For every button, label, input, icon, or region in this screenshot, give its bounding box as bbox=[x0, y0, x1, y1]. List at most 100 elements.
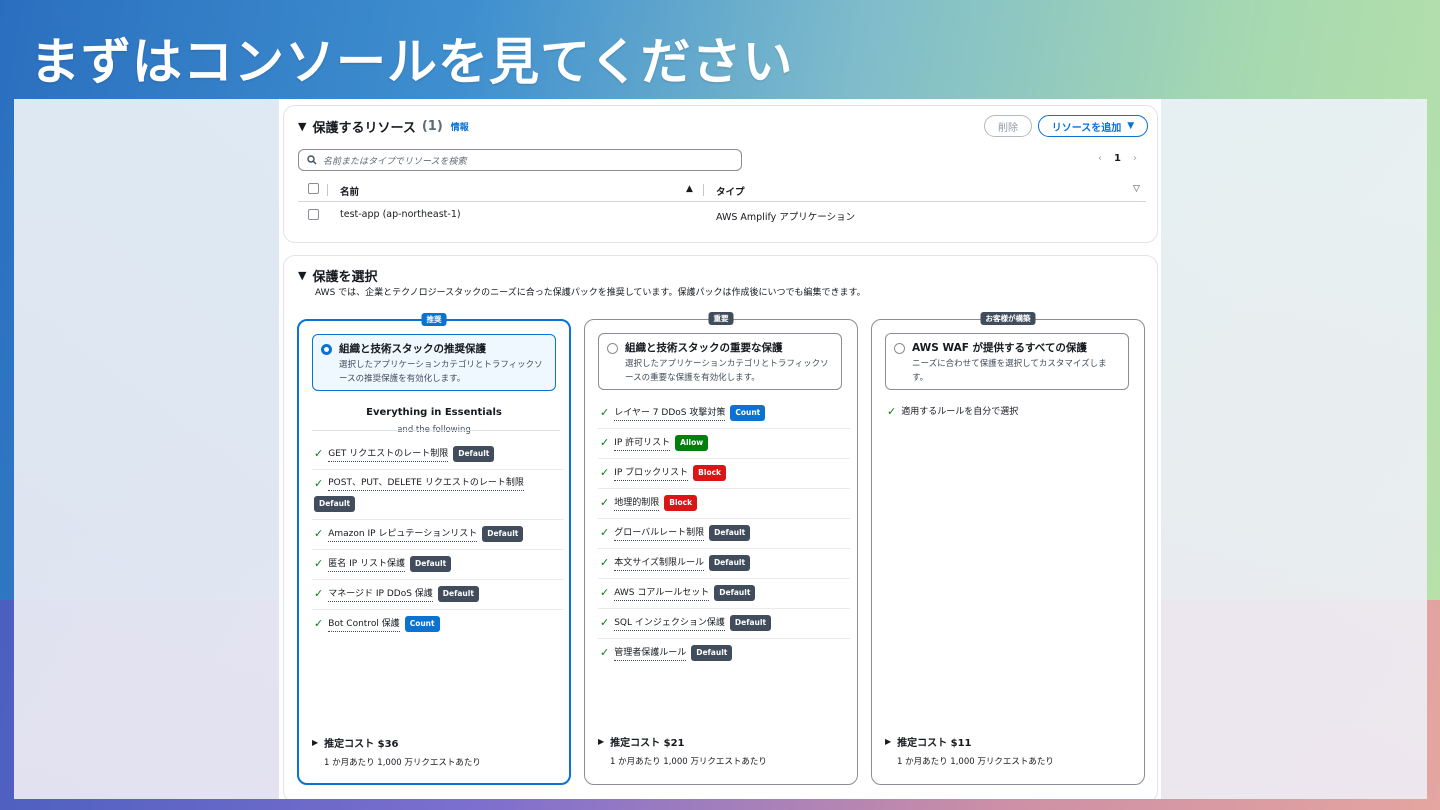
search-icon bbox=[307, 155, 317, 165]
protection-panel: ▼ 保護を選択 AWS では、企業とテクノロジースタックのニーズに合った保護パッ… bbox=[283, 255, 1158, 799]
expand-caret-icon[interactable]: ▶ bbox=[598, 737, 604, 746]
collapse-caret-icon[interactable]: ▼ bbox=[298, 269, 306, 282]
rule-label[interactable]: Amazon IP レピュテーションリスト bbox=[328, 527, 478, 542]
status-badge: Default bbox=[314, 496, 356, 512]
rule-label[interactable]: レイヤー 7 DDoS 攻撃対策 bbox=[614, 406, 726, 421]
resources-count: (1) bbox=[421, 119, 443, 134]
recommended-tag: 推奨 bbox=[421, 313, 447, 326]
rule-label[interactable]: Bot Control 保護 bbox=[328, 617, 400, 632]
list-item: ✓ グローバルレート制限 Default bbox=[598, 519, 850, 549]
row-checkbox[interactable] bbox=[308, 209, 319, 220]
rule-label[interactable]: マネージド IP DDoS 保護 bbox=[328, 587, 433, 602]
check-icon: ✓ bbox=[600, 526, 610, 539]
sort-ascending-icon[interactable]: ▲ bbox=[686, 184, 693, 194]
rule-label[interactable]: 匿名 IP リスト保護 bbox=[328, 557, 406, 572]
status-badge: Count bbox=[730, 405, 766, 421]
check-icon: ✓ bbox=[314, 527, 324, 540]
radio-icon[interactable] bbox=[607, 343, 618, 354]
status-badge: Default bbox=[453, 446, 495, 462]
current-page[interactable]: 1 bbox=[1114, 153, 1121, 164]
status-badge: Default bbox=[482, 526, 524, 542]
recommended-option-tile[interactable]: 組織と技術スタックの推奨保護 選択したアプリケーションカテゴリとトラフィックソー… bbox=[312, 334, 556, 391]
slide-title: まずはコンソールを見てください bbox=[30, 33, 794, 91]
resource-name: test-app (ap-northeast-1) bbox=[340, 209, 461, 220]
rule-list: ✓ 適用するルールを自分で選択 bbox=[885, 399, 1137, 426]
list-item: ✓ Bot Control 保護 Count bbox=[312, 610, 564, 639]
recommended-pack-card[interactable]: 推奨 組織と技術スタックの推奨保護 選択したアプリケーションカテゴリとトラフィッ… bbox=[297, 313, 571, 785]
check-icon: ✓ bbox=[314, 447, 324, 460]
essential-option-tile[interactable]: 組織と技術スタックの重要な保護 選択したアプリケーションカテゴリとトラフィックソ… bbox=[598, 333, 842, 390]
list-item: ✓ Amazon IP レピュテーションリスト Default bbox=[312, 520, 564, 550]
option-description: 選択したアプリケーションカテゴリとトラフィックソースの推奨保護を有効化します。 bbox=[339, 360, 543, 384]
status-badge: Default bbox=[714, 585, 756, 601]
status-badge: Default bbox=[410, 556, 452, 572]
add-resource-label: リソースを追加 bbox=[1051, 122, 1122, 134]
cost-title: 推定コスト $36 bbox=[324, 739, 399, 750]
console-screenshot: ▼ 保護するリソース (1) 情報 削除 リソースを追加 ▼ 名前またはタイプで… bbox=[279, 99, 1161, 799]
essential-tag: 重要 bbox=[708, 312, 734, 325]
cost-title: 推定コスト $21 bbox=[610, 738, 685, 749]
caret-down-icon: ▼ bbox=[1127, 121, 1135, 131]
add-resource-button[interactable]: リソースを追加 ▼ bbox=[1038, 115, 1148, 137]
custom-option-tile[interactable]: AWS WAF が提供するすべての保護 ニーズに合わせて保護を選択してカスタマイ… bbox=[885, 333, 1129, 390]
column-divider bbox=[327, 184, 328, 196]
cost-title: 推定コスト $11 bbox=[897, 738, 972, 749]
rule-label: 適用するルールを自分で選択 bbox=[901, 407, 1019, 417]
resources-panel: ▼ 保護するリソース (1) 情報 削除 リソースを追加 ▼ 名前またはタイプで… bbox=[283, 105, 1158, 243]
check-icon: ✓ bbox=[600, 616, 610, 629]
rule-label[interactable]: IP 許可リスト bbox=[614, 436, 671, 451]
check-icon: ✓ bbox=[314, 557, 324, 570]
rule-label[interactable]: 地理的制限 bbox=[614, 496, 660, 511]
list-item: ✓ レイヤー 7 DDoS 攻撃対策 Count bbox=[598, 399, 850, 429]
rule-label[interactable]: IP ブロックリスト bbox=[614, 466, 689, 481]
list-item: ✓ 適用するルールを自分で選択 bbox=[885, 399, 1137, 426]
estimated-cost[interactable]: ▶ 推定コスト $11 1 か月あたり 1,000 万リクエストあたり bbox=[885, 734, 1054, 767]
check-icon: ✓ bbox=[887, 405, 897, 418]
next-page-icon[interactable]: › bbox=[1133, 153, 1137, 164]
essential-pack-card[interactable]: 重要 組織と技術スタックの重要な保護 選択したアプリケーションカテゴリとトラフィ… bbox=[584, 312, 858, 785]
rule-label[interactable]: AWS コアルールセット bbox=[614, 586, 710, 601]
rule-label[interactable]: 管理者保護ルール bbox=[614, 646, 687, 661]
radio-icon[interactable] bbox=[894, 343, 905, 354]
list-item: ✓ 管理者保護ルール Default bbox=[598, 639, 850, 668]
sort-descending-icon[interactable]: ▽ bbox=[1133, 184, 1140, 194]
estimated-cost[interactable]: ▶ 推定コスト $36 1 か月あたり 1,000 万リクエストあたり bbox=[312, 735, 481, 768]
column-name[interactable]: 名前 bbox=[340, 184, 359, 198]
protection-header: ▼ 保護を選択 bbox=[298, 266, 377, 285]
resource-type: AWS Amplify アプリケーション bbox=[716, 212, 856, 223]
rule-label[interactable]: グローバルレート制限 bbox=[614, 526, 705, 541]
rule-label[interactable]: GET リクエストのレート制限 bbox=[328, 447, 449, 462]
rule-label[interactable]: POST、PUT、DELETE リクエストのレート制限 bbox=[328, 476, 524, 491]
rule-label[interactable]: 本文サイズ制限ルール bbox=[614, 556, 704, 571]
check-icon: ✓ bbox=[600, 436, 610, 449]
info-link[interactable]: 情報 bbox=[451, 120, 469, 133]
resources-header: ▼ 保護するリソース (1) 情報 bbox=[298, 117, 469, 136]
check-icon: ✓ bbox=[314, 587, 324, 600]
list-item: ✓ POST、PUT、DELETE リクエストのレート制限 Default bbox=[312, 470, 564, 520]
status-badge: Default bbox=[708, 555, 751, 571]
table-header: 名前 ▲ タイプ ▽ bbox=[298, 178, 1146, 202]
check-icon: ✓ bbox=[600, 406, 610, 419]
check-icon: ✓ bbox=[600, 556, 610, 569]
status-badge: Block bbox=[693, 465, 727, 481]
list-item: ✓ SQL インジェクション保護 Default bbox=[598, 609, 850, 639]
radio-selected-icon[interactable] bbox=[321, 344, 332, 355]
select-all-checkbox[interactable] bbox=[308, 183, 319, 194]
prev-page-icon[interactable]: ‹ bbox=[1098, 153, 1102, 164]
column-type[interactable]: タイプ bbox=[716, 184, 745, 198]
delete-button[interactable]: 削除 bbox=[984, 115, 1032, 137]
check-icon: ✓ bbox=[600, 646, 610, 659]
cost-subtitle: 1 か月あたり 1,000 万リクエストあたり bbox=[610, 757, 767, 767]
rule-label[interactable]: SQL インジェクション保護 bbox=[614, 616, 725, 631]
expand-caret-icon[interactable]: ▶ bbox=[312, 738, 318, 747]
expand-caret-icon[interactable]: ▶ bbox=[885, 737, 891, 746]
rule-list: ✓ レイヤー 7 DDoS 攻撃対策 Count ✓ IP 許可リスト Allow ✓ I… bbox=[598, 399, 850, 668]
protection-description: AWS では、企業とテクノロジースタックのニーズに合った保護パックを推奨していま… bbox=[315, 288, 866, 298]
check-icon: ✓ bbox=[600, 586, 610, 599]
collapse-caret-icon[interactable]: ▼ bbox=[298, 120, 306, 133]
search-input[interactable]: 名前またはタイプでリソースを検索 bbox=[298, 149, 742, 171]
option-description: ニーズに合わせて保護を選択してカスタマイズします。 bbox=[912, 359, 1107, 383]
cost-subtitle: 1 か月あたり 1,000 万リクエストあたり bbox=[324, 758, 481, 768]
custom-pack-card[interactable]: お客様が構築 AWS WAF が提供するすべての保護 ニーズに合わせて保護を選択… bbox=[871, 312, 1145, 785]
estimated-cost[interactable]: ▶ 推定コスト $21 1 か月あたり 1,000 万リクエストあたり bbox=[598, 734, 767, 767]
